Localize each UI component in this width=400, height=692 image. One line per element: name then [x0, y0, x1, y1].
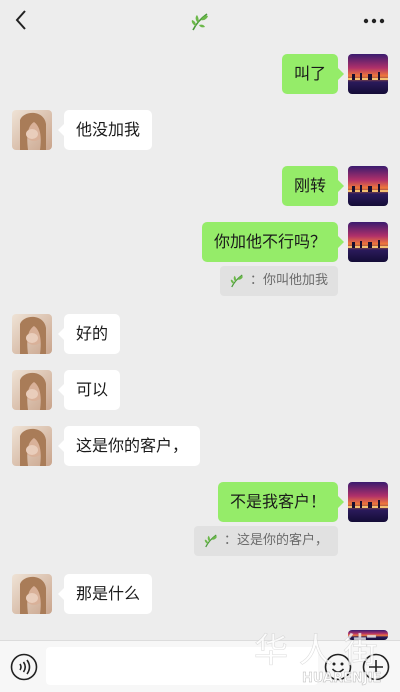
my-avatar[interactable] — [348, 630, 388, 640]
message-bubble-incoming[interactable]: 好的 — [57, 314, 121, 354]
voice-icon[interactable] — [10, 653, 38, 681]
message-bubble-incoming[interactable]: 那是什么 — [57, 574, 153, 614]
message-bubble-incoming[interactable]: 他没加我 — [57, 110, 153, 150]
my-avatar[interactable] — [348, 222, 388, 262]
contact-avatar[interactable] — [12, 110, 52, 150]
plus-icon[interactable] — [362, 653, 390, 681]
message-bubble-outgoing[interactable]: 不是我客户！ — [217, 482, 345, 522]
back-chevron-icon[interactable] — [10, 6, 34, 34]
contact-avatar[interactable] — [12, 314, 52, 354]
contact-avatar[interactable] — [12, 574, 52, 614]
quoted-text: ：这是你的客户， — [223, 533, 328, 548]
contact-avatar[interactable] — [12, 370, 52, 410]
message-bubble-outgoing[interactable]: 你加他不行吗？ — [201, 222, 345, 262]
emoji-icon[interactable] — [324, 653, 352, 681]
leaf-icon — [204, 534, 217, 547]
my-avatar[interactable] — [348, 482, 388, 522]
input-bar — [0, 640, 400, 692]
contact-avatar[interactable] — [12, 426, 52, 466]
message-bubble-outgoing[interactable]: 刚转 — [281, 166, 345, 206]
quoted-reply[interactable]: ：这是你的客户， — [193, 526, 338, 556]
message-bubble-incoming[interactable]: 可以 — [57, 370, 121, 410]
quoted-text: ：你叫他加我 — [249, 273, 328, 288]
message-input[interactable] — [46, 647, 318, 685]
top-bar — [0, 0, 400, 42]
more-dots-icon[interactable] — [360, 8, 388, 34]
message-bubble-outgoing[interactable]: 叫了 — [281, 54, 345, 94]
message-bubble-incoming[interactable]: 这是你的客户， — [57, 426, 201, 466]
leaf-icon — [191, 13, 208, 31]
my-avatar[interactable] — [348, 54, 388, 94]
leaf-icon — [230, 274, 243, 287]
my-avatar[interactable] — [348, 166, 388, 206]
quoted-reply[interactable]: ：你叫他加我 — [219, 266, 338, 296]
